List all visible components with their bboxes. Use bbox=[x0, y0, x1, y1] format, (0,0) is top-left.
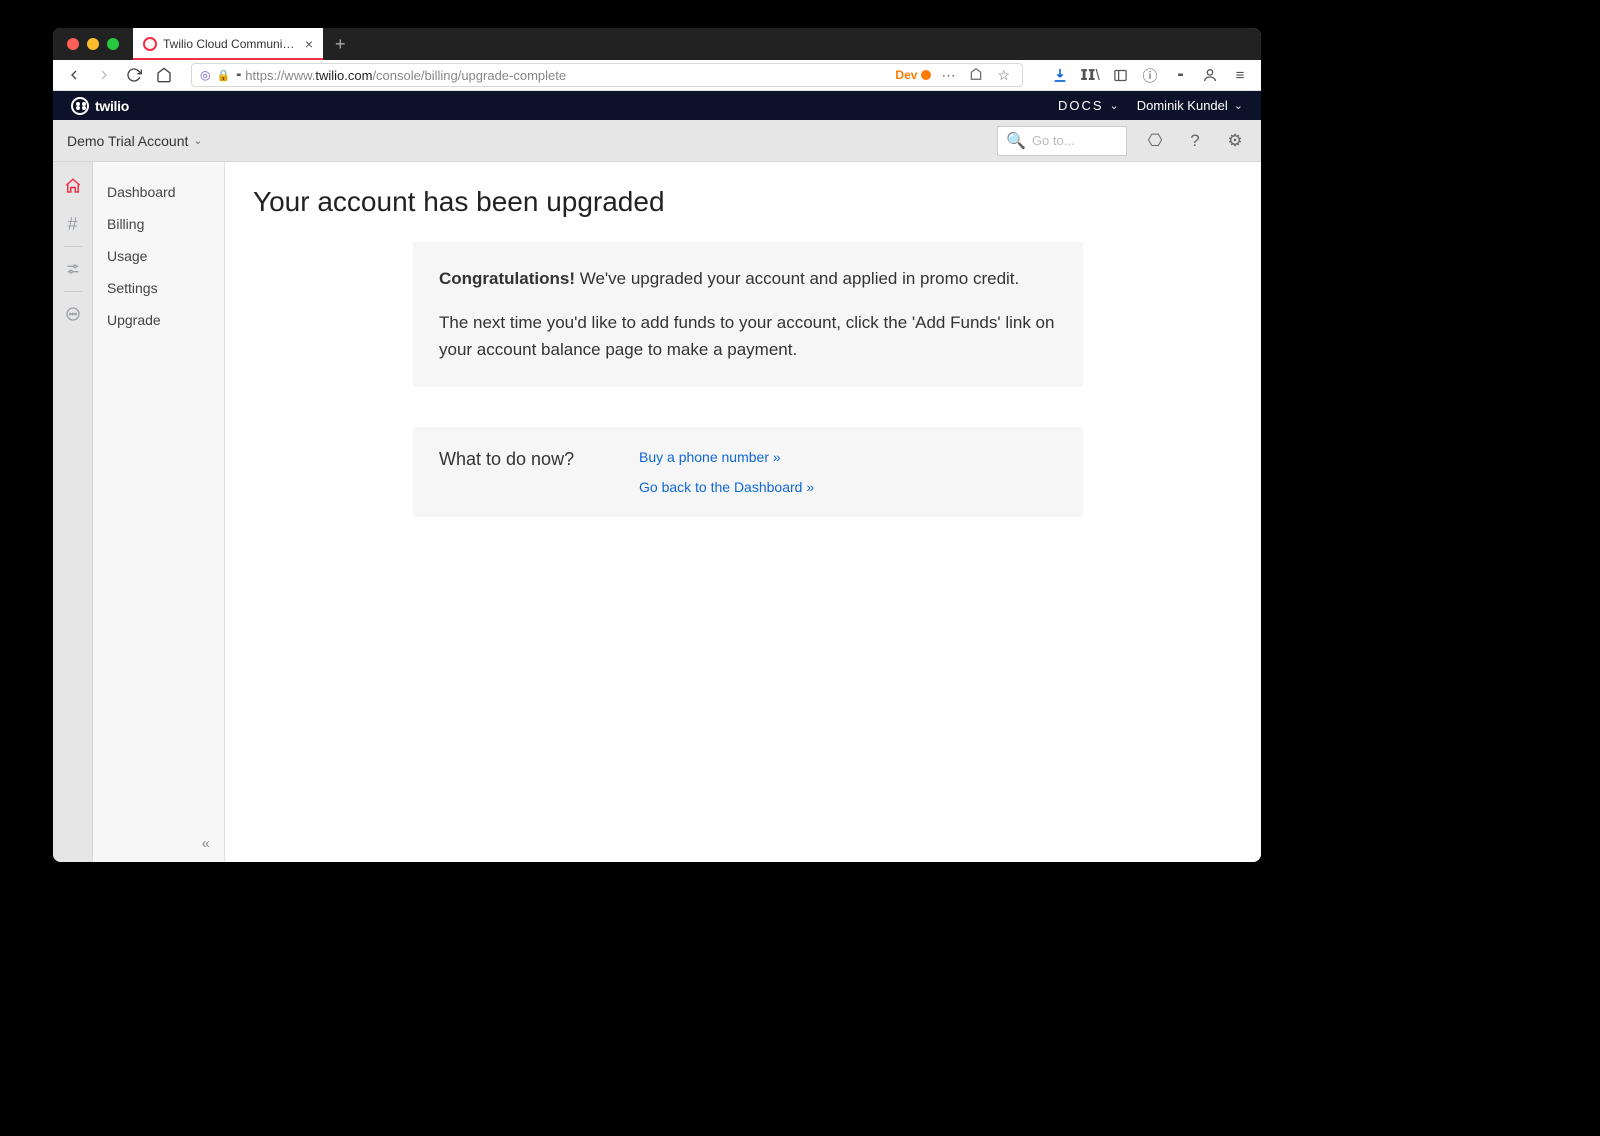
buy-number-link[interactable]: Buy a phone number » bbox=[639, 449, 814, 465]
rail-hash-icon[interactable]: # bbox=[53, 208, 93, 240]
url-prefix: https://www. bbox=[245, 68, 315, 83]
logo-text: twilio bbox=[95, 98, 129, 114]
settings-icon[interactable]: ⚙ bbox=[1223, 131, 1247, 151]
chevron-down-icon: ⌄ bbox=[1110, 99, 1119, 112]
top-right: DOCS⌄ Dominik Kundel⌄ bbox=[1058, 98, 1243, 113]
sidebar-item-billing[interactable]: Billing bbox=[93, 208, 224, 240]
forward-button[interactable] bbox=[91, 62, 117, 88]
docs-link[interactable]: DOCS⌄ bbox=[1058, 98, 1119, 113]
congrats-text: We've upgraded your account and applied … bbox=[575, 269, 1019, 288]
debug-icon[interactable]: ⎔ bbox=[1143, 131, 1167, 151]
extension-icon[interactable]: ▪▪ bbox=[1167, 70, 1193, 81]
back-button[interactable] bbox=[61, 62, 87, 88]
url-bar: ◎ 🔒 ▪▪ https://www.twilio.com/console/bi… bbox=[53, 60, 1261, 91]
rail-more-icon[interactable] bbox=[53, 298, 93, 330]
help-icon[interactable]: ? bbox=[1183, 131, 1207, 151]
close-window-button[interactable] bbox=[67, 38, 79, 50]
account-selector[interactable]: Demo Trial Account ⌄ bbox=[67, 133, 203, 149]
url-path: /console/billing/upgrade-complete bbox=[372, 68, 566, 83]
sidebar-item-usage[interactable]: Usage bbox=[93, 240, 224, 272]
account-bar-right: 🔍 ⎔ ? ⚙ bbox=[997, 126, 1247, 156]
permissions-icon: ▪▪ bbox=[236, 70, 239, 81]
page-actions-icon[interactable]: ⋯ bbox=[937, 67, 959, 84]
menu-icon[interactable]: ≡ bbox=[1227, 67, 1253, 84]
reader-icon[interactable] bbox=[965, 67, 987, 84]
info-icon[interactable]: ⓘ bbox=[1137, 65, 1163, 86]
twilio-logo-icon bbox=[71, 97, 89, 115]
toolbar-icons: 𝗜𝗜\ ⓘ ▪▪ ≡ bbox=[1037, 65, 1253, 86]
twilio-logo[interactable]: twilio bbox=[71, 97, 129, 115]
page-title: Your account has been upgraded bbox=[253, 186, 1241, 218]
shield-icon: ◎ bbox=[200, 68, 210, 82]
what-now-label: What to do now? bbox=[439, 449, 639, 495]
app-top-bar: twilio DOCS⌄ Dominik Kundel⌄ bbox=[53, 91, 1261, 120]
chevron-down-icon: ⌄ bbox=[193, 134, 202, 147]
twilio-favicon-icon bbox=[143, 37, 157, 51]
sidebar-item-dashboard[interactable]: Dashboard bbox=[93, 176, 224, 208]
window-controls bbox=[53, 38, 133, 50]
maximize-window-button[interactable] bbox=[107, 38, 119, 50]
what-now-links: Buy a phone number » Go back to the Dash… bbox=[639, 449, 814, 495]
account-name: Demo Trial Account bbox=[67, 133, 188, 149]
main-content: Your account has been upgraded Congratul… bbox=[225, 162, 1261, 862]
dev-dot-icon bbox=[921, 70, 931, 80]
tab-bar: Twilio Cloud Communications | × + bbox=[53, 28, 1261, 60]
new-tab-button[interactable]: + bbox=[323, 34, 358, 55]
dev-badge: Dev bbox=[895, 68, 931, 82]
tab-title: Twilio Cloud Communications | bbox=[163, 37, 299, 51]
url-domain: twilio.com bbox=[315, 68, 372, 83]
search-box[interactable]: 🔍 bbox=[997, 126, 1127, 156]
reload-button[interactable] bbox=[121, 62, 147, 88]
sidebar: Dashboard Billing Usage Settings Upgrade… bbox=[93, 162, 225, 862]
lock-icon: 🔒 bbox=[216, 69, 230, 82]
search-icon: 🔍 bbox=[1006, 131, 1026, 151]
address-bar[interactable]: ◎ 🔒 ▪▪ https://www.twilio.com/console/bi… bbox=[191, 63, 1023, 87]
minimize-window-button[interactable] bbox=[87, 38, 99, 50]
library-icon[interactable]: 𝗜𝗜\ bbox=[1077, 66, 1103, 84]
congrats-line: Congratulations! We've upgraded your acc… bbox=[439, 266, 1057, 292]
rail-sliders-icon[interactable] bbox=[53, 253, 93, 285]
sidebar-item-upgrade[interactable]: Upgrade bbox=[93, 304, 224, 336]
browser-tab[interactable]: Twilio Cloud Communications | × bbox=[133, 28, 323, 60]
icon-rail: # bbox=[53, 162, 93, 862]
sidebar-icon[interactable] bbox=[1107, 68, 1133, 83]
url-text: https://www.twilio.com/console/billing/u… bbox=[245, 68, 889, 83]
user-menu[interactable]: Dominik Kundel⌄ bbox=[1137, 98, 1243, 113]
home-button[interactable] bbox=[151, 62, 177, 88]
browser-window: Twilio Cloud Communications | × + ◎ 🔒 ▪▪… bbox=[53, 28, 1261, 862]
search-input[interactable] bbox=[1032, 133, 1118, 148]
downloads-icon[interactable] bbox=[1047, 67, 1073, 83]
rail-home-icon[interactable] bbox=[53, 170, 93, 202]
congrats-panel: Congratulations! We've upgraded your acc… bbox=[413, 242, 1083, 387]
close-tab-icon[interactable]: × bbox=[305, 36, 313, 52]
what-now-panel: What to do now? Buy a phone number » Go … bbox=[413, 427, 1083, 517]
sidebar-item-settings[interactable]: Settings bbox=[93, 272, 224, 304]
congrats-label: Congratulations! bbox=[439, 269, 575, 288]
bookmark-icon[interactable]: ☆ bbox=[993, 67, 1014, 84]
collapse-sidebar-icon[interactable]: « bbox=[202, 835, 210, 852]
dashboard-link[interactable]: Go back to the Dashboard » bbox=[639, 479, 814, 495]
app-body: # Dashboard Billing Usage Settings Upgra… bbox=[53, 162, 1261, 862]
account-bar: Demo Trial Account ⌄ 🔍 ⎔ ? ⚙ bbox=[53, 120, 1261, 162]
chevron-down-icon: ⌄ bbox=[1234, 99, 1243, 112]
next-line: The next time you'd like to add funds to… bbox=[439, 310, 1057, 363]
account-icon[interactable] bbox=[1197, 67, 1223, 83]
